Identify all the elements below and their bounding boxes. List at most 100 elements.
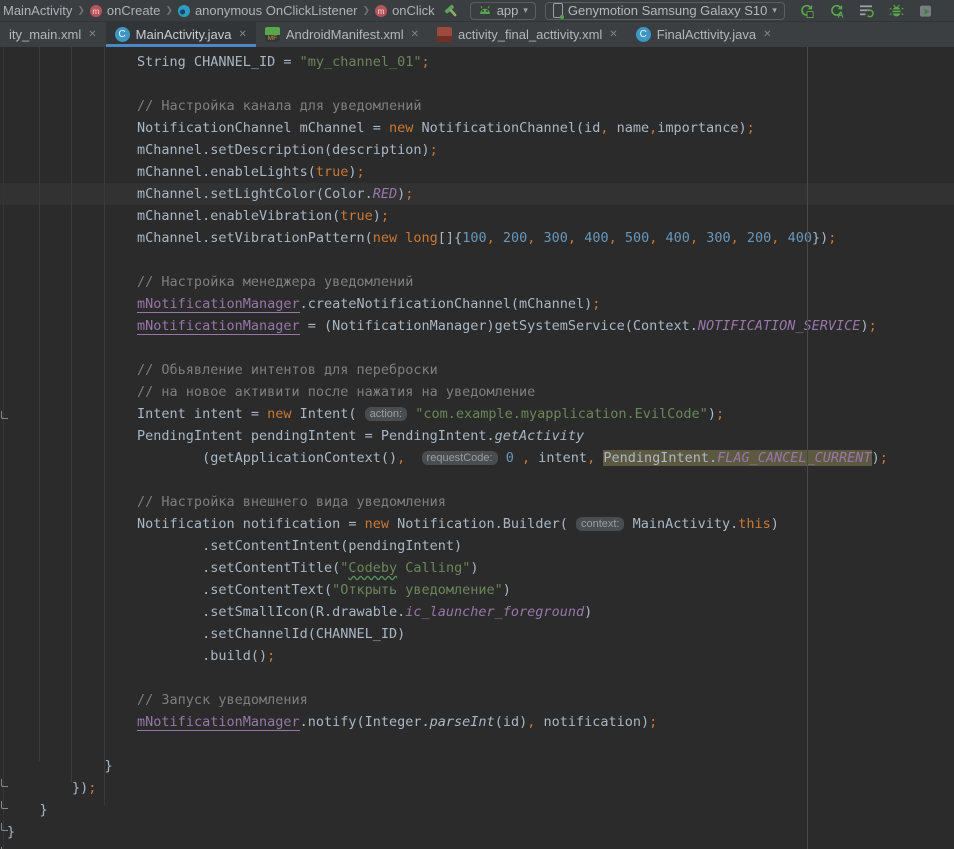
breadcrumb-item[interactable]: m onClick [375,3,435,18]
apply-changes-icon[interactable] [797,1,817,21]
code-line: .setChannelId(CHANNEL_ID) [7,623,954,645]
code-line: .setContentIntent(pendingIntent) [7,535,954,557]
editor-tabs: ity_main.xml ✕ C MainActivity.java ✕ MF Androi… [0,22,954,47]
code-line [7,667,954,689]
breadcrumb-separator-icon: ❯ [77,5,85,16]
close-icon[interactable]: ✕ [88,29,96,40]
tab-label: FinalActtivity.java [657,27,756,42]
chevron-down-icon: ▾ [523,5,528,16]
phone-icon [553,3,563,18]
tab-label: MainActivity.java [136,27,232,42]
editor-tab[interactable]: MF AndroidManifest.xml ✕ [256,22,428,47]
device-label: Genymotion Samsung Galaxy S10 [568,3,767,18]
gutter-border [3,47,4,849]
fold-marker[interactable] [1,411,8,419]
code-line [7,733,954,755]
debug-icon[interactable] [887,1,907,21]
run-configuration-select[interactable]: app ▾ [470,2,536,20]
breadcrumb-item[interactable]: MainActivity [3,3,72,18]
code-line: .build(); [7,645,954,667]
close-icon[interactable]: ✕ [411,29,419,40]
breadcrumb-label: onClick [392,3,435,18]
tab-label: activity_final_acttivity.xml [458,27,602,42]
code-line: .setContentTitle("Codeby Calling") [7,557,954,579]
editor-tab[interactable]: C FinalActtivity.java ✕ [627,22,781,47]
code-line: }); [7,777,954,799]
parameter-hint: context: [576,517,625,531]
java-class-icon: C [636,27,651,42]
breadcrumb-label: anonymous OnClickListener [195,3,358,18]
close-icon[interactable]: ✕ [609,29,617,40]
code-line: Notification notification = new Notifica… [7,513,954,535]
breadcrumb-separator-icon: ❯ [363,5,371,16]
breadcrumb: MainActivity ❯ m onCreate ❯ anonymous OnClick… [3,3,435,18]
breadcrumb-separator-icon: ❯ [165,5,173,16]
indent-guide [71,47,72,783]
toolbar-actions: A [797,1,937,21]
code-line: mNotificationManager = (NotificationMana… [7,315,954,337]
code-line [7,249,954,271]
build-hammer-icon[interactable] [441,1,461,21]
breadcrumb-item[interactable]: anonymous OnClickListener [178,3,358,18]
right-margin-guide [807,47,808,849]
code-line [7,337,954,359]
manifest-file-icon: MF [265,27,280,42]
fold-marker[interactable] [1,779,8,787]
run-configuration-label: app [497,3,519,18]
breadcrumb-label: MainActivity [3,3,72,18]
code-line [7,73,954,95]
code-line: mNotificationManager.createNotificationC… [7,293,954,315]
parameter-hint: action: [365,407,407,421]
code-line: mChannel.setVibrationPattern(new long[]{… [7,227,954,249]
code-line: // на новое активити после нажатия на ув… [7,381,954,403]
fold-marker[interactable] [1,823,8,831]
indent-guide [104,47,105,805]
device-select[interactable]: Genymotion Samsung Galaxy S10 ▾ [545,2,785,20]
tab-label: AndroidManifest.xml [286,27,404,42]
code-line: String CHANNEL_ID = "my_channel_01"; [7,51,954,73]
fold-marker[interactable] [1,801,8,809]
close-icon[interactable]: ✕ [763,29,771,40]
android-icon [478,3,492,18]
editor-tab[interactable]: ity_main.xml ✕ [0,22,106,47]
code-line: mChannel.enableLights(true); [7,161,954,183]
code-line: Intent intent = new Intent( action: "com… [7,403,954,425]
parameter-hint: requestCode: [422,451,498,465]
code-line: // Настройка внешнего вида уведомления [7,491,954,513]
code-line: // Запуск уведомления [7,689,954,711]
code-line: } [7,799,954,821]
indent-guide [39,47,40,761]
chevron-down-icon: ▾ [772,5,777,16]
editor-tab[interactable]: C MainActivity.java ✕ [106,22,256,47]
svg-text:A: A [838,9,844,18]
apply-code-changes-icon[interactable]: A [827,1,847,21]
close-icon[interactable]: ✕ [238,29,246,40]
attach-debugger-icon[interactable] [917,1,937,21]
code-line: .setContentText("Открыть уведомление") [7,579,954,601]
toolbar-right: app ▾ Genymotion Samsung Galaxy S10 ▾ A [441,1,937,21]
java-class-icon: C [115,27,130,42]
method-icon: m [375,5,387,17]
editor-tab[interactable]: activity_final_acttivity.xml ✕ [428,22,627,47]
code-line: PendingIntent pendingIntent = PendingInt… [7,425,954,447]
anonymous-class-icon [178,5,190,17]
code-line: } [7,821,954,843]
code-area: String CHANNEL_ID = "my_channel_01"; // … [0,47,954,843]
navigation-bar: MainActivity ❯ m onCreate ❯ anonymous OnClick… [0,0,954,22]
code-line: mChannel.setDescription(description); [7,139,954,161]
code-line: .setSmallIcon(R.drawable.ic_launcher_for… [7,601,954,623]
code-line: // Обьявление интентов для переброски [7,359,954,381]
code-line: // Настройка менеджера уведомлений [7,271,954,293]
code-line [7,469,954,491]
code-line: mChannel.enableVibration(true); [7,205,954,227]
profiler-icon[interactable] [857,1,877,21]
code-editor[interactable]: String CHANNEL_ID = "my_channel_01"; // … [0,47,954,849]
method-icon: m [90,5,102,17]
layout-xml-icon [437,27,452,42]
code-line: (getApplicationContext(), requestCode: 0… [7,447,954,469]
breadcrumb-label: onCreate [107,3,160,18]
code-line: // Настройка канала для уведомлений [7,95,954,117]
tab-label: ity_main.xml [9,27,81,42]
breadcrumb-item[interactable]: m onCreate [90,3,160,18]
code-line: } [7,755,954,777]
